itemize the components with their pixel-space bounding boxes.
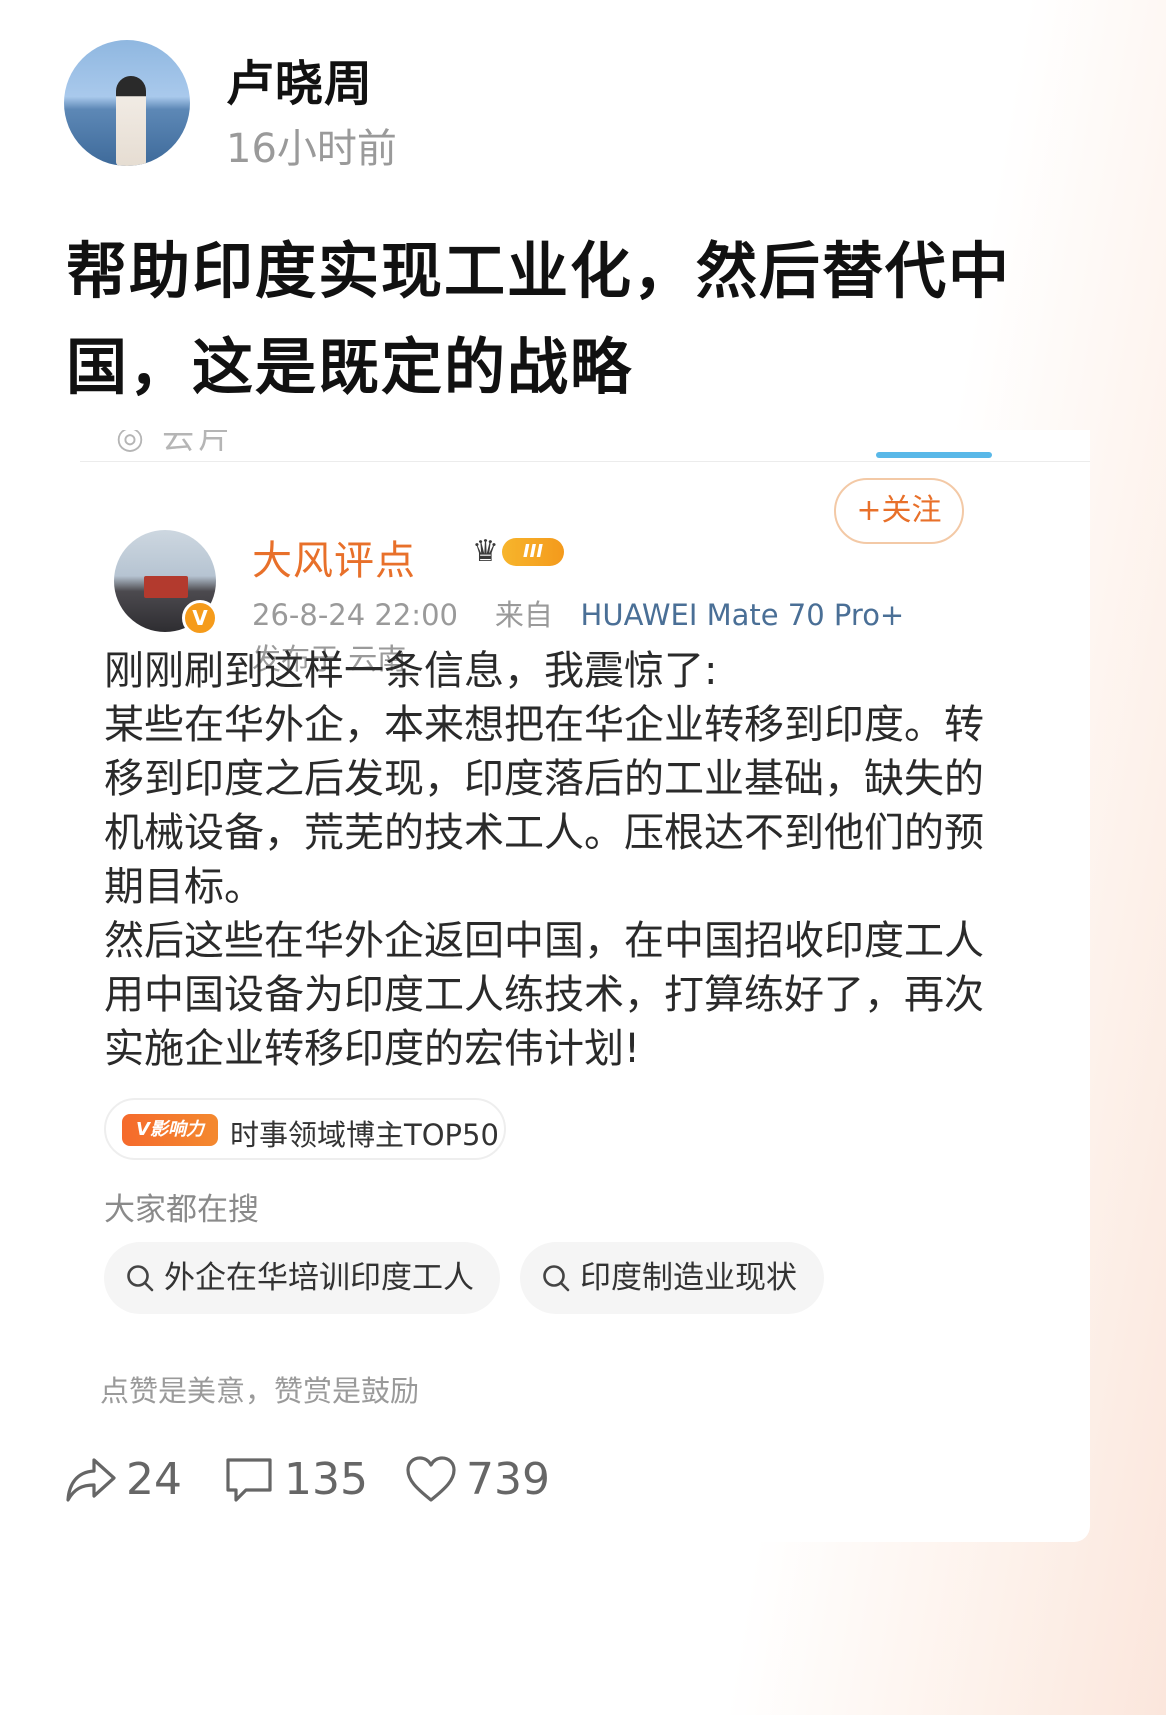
like-button[interactable]: 739 <box>404 1448 564 1512</box>
trending-search-heading: 大家都在搜 <box>104 1192 259 1228</box>
avatar-gate-image <box>144 576 188 598</box>
search-chip[interactable]: 印度制造业现状 <box>520 1242 824 1314</box>
search-chip[interactable]: 外企在华培训印度工人 <box>104 1242 500 1314</box>
search-chip-label: 外企在华培训印度工人 <box>164 1260 474 1296</box>
verified-badge-icon: V <box>182 600 218 636</box>
search-icon <box>127 1265 154 1292</box>
embedded-post-card: V 大风评点 ♛ III 26-8-24 22:00 来自 HUAWEI Mat… <box>80 462 1090 1542</box>
embedded-cutoff-row: ◎ 云片 <box>80 430 1090 462</box>
cutoff-text: ◎ 云片 <box>116 430 235 456</box>
level-badge-label: III <box>502 538 564 566</box>
influence-badge-icon: V影响力 <box>122 1114 218 1146</box>
post-text: 帮助印度实现工业化，然后替代中国，这是既定的战略 <box>66 236 1012 403</box>
repost-button[interactable]: 24 <box>64 1448 204 1512</box>
post-page: 卢晓周 16小时前 帮助印度实现工业化，然后替代中国，这是既定的战略 ◎ 云片 … <box>0 0 1166 1715</box>
meta-time: 26-8-24 22:00 <box>252 598 458 632</box>
embedded-author-name[interactable]: 大风评点 <box>252 528 416 586</box>
cutoff-bar <box>876 452 992 458</box>
body-line: 刚刚刷到这样一条信息，我震惊了: <box>104 648 718 694</box>
reward-prompt: 点赞是美意，赞赏是鼓励 <box>100 1374 420 1408</box>
comment-icon <box>226 1458 272 1502</box>
meta-from: 来自 <box>494 598 553 632</box>
comment-button[interactable]: 135 <box>222 1448 382 1512</box>
level-badge: ♛ III <box>472 532 568 570</box>
body-paragraph: 然后这些在华外企返回中国，在中国招收印度工人用中国设备为印度工人练技术，打算练好… <box>104 918 984 1072</box>
like-count: 739 <box>466 1454 550 1505</box>
author-name[interactable]: 卢晓周 <box>226 44 373 114</box>
post-timestamp: 16小时前 <box>226 126 397 172</box>
embedded-post-body: 刚刚刷到这样一条信息，我震惊了: 某些在华外企，本来想把在华企业转移到印度。转移… <box>104 644 984 1076</box>
repost-icon <box>66 1458 116 1502</box>
body-paragraph: 某些在华外企，本来想把在华企业转移到印度。转移到印度之后发现，印度落后的工业基础… <box>104 702 984 910</box>
influence-tag-label: 时事领域博主TOP50 <box>230 1118 499 1152</box>
influence-tag[interactable]: V影响力 时事领域博主TOP50 <box>104 1098 506 1160</box>
comment-count: 135 <box>284 1454 368 1505</box>
search-icon <box>543 1265 570 1292</box>
heart-icon <box>406 1456 456 1502</box>
embedded-post-meta: 26-8-24 22:00 来自 HUAWEI Mate 70 Pro+ <box>252 592 904 634</box>
author-avatar[interactable] <box>64 40 190 166</box>
avatar-figure <box>116 76 146 166</box>
repost-count: 24 <box>126 1454 182 1505</box>
meta-device: HUAWEI Mate 70 Pro+ <box>580 598 905 632</box>
search-chip-label: 印度制造业现状 <box>580 1260 797 1296</box>
follow-button[interactable]: +关注 <box>834 478 964 544</box>
